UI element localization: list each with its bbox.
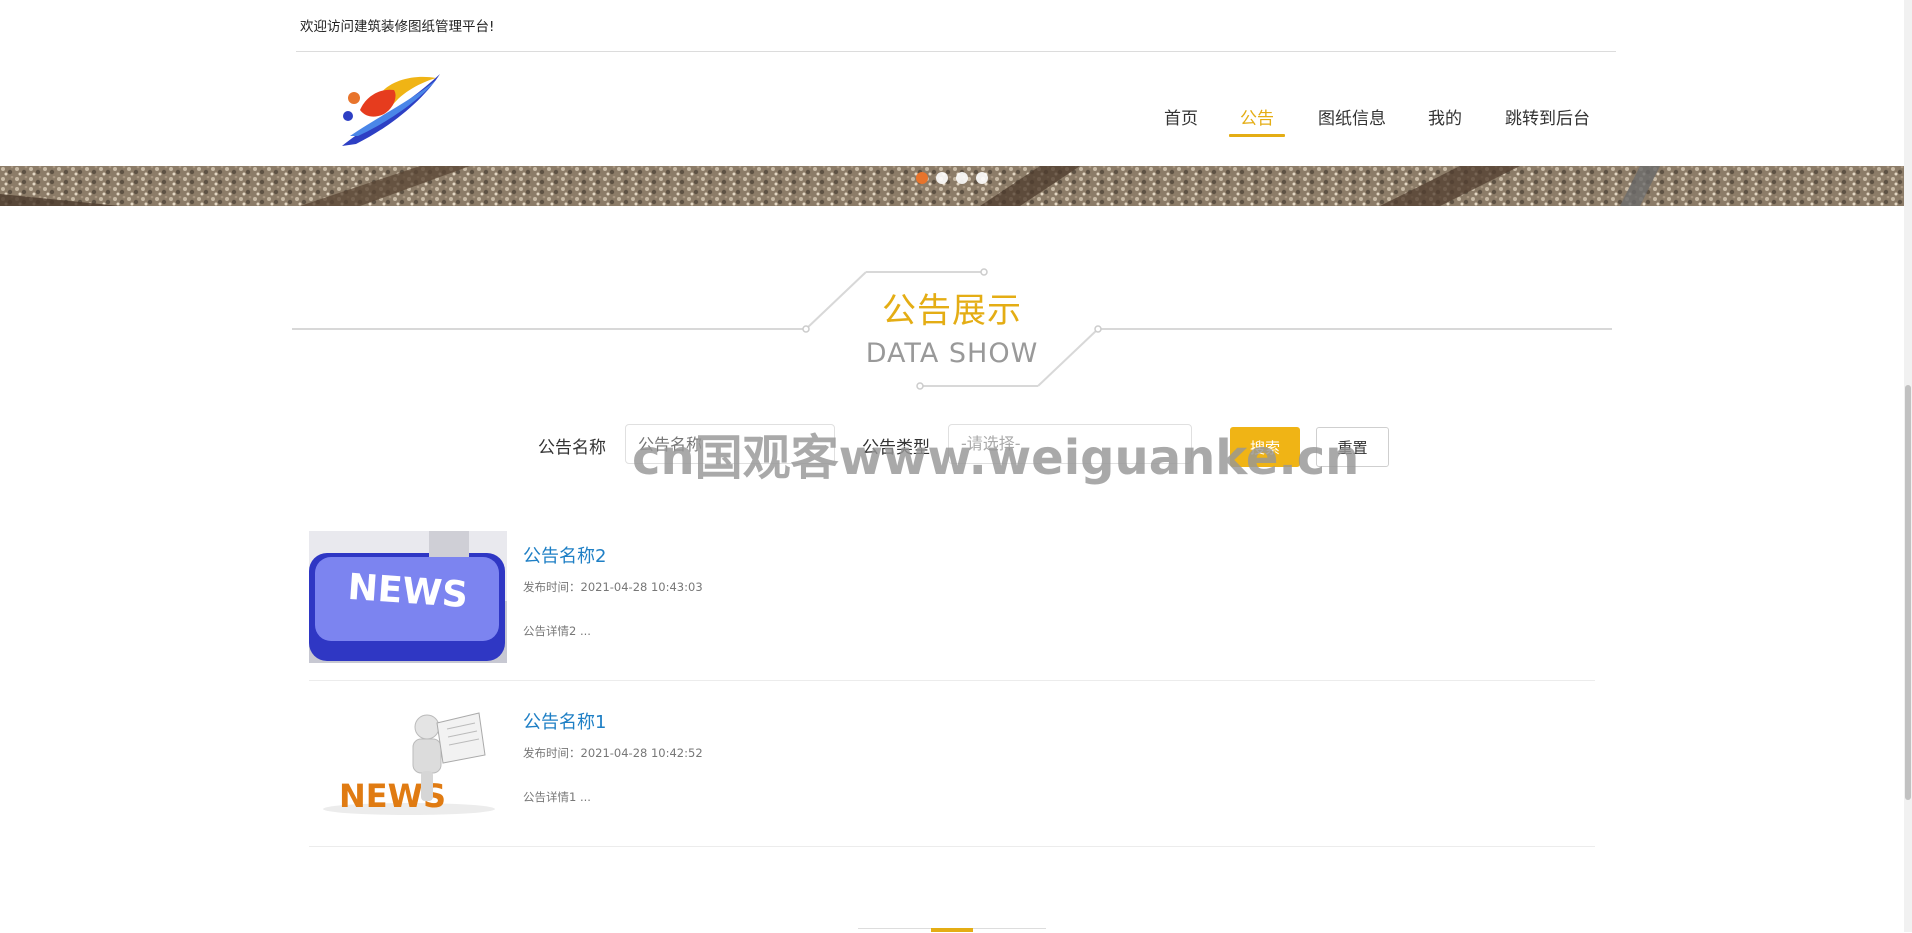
svg-text:NEWS: NEWS — [346, 567, 469, 616]
notice-thumbnail[interactable]: NEWS — [309, 531, 507, 663]
news-reader-icon: NEWS — [309, 697, 507, 829]
notice-name-label: 公告名称 — [538, 438, 606, 458]
news-keyboard-icon: NEWS — [309, 531, 507, 663]
notice-time: 发布时间：2021-04-28 10:42:52 — [523, 746, 703, 760]
logo-icon — [342, 74, 440, 146]
welcome-text: 欢迎访问建筑装修图纸管理平台! — [300, 19, 495, 35]
site-logo[interactable] — [336, 66, 446, 150]
carousel-dot-4[interactable] — [976, 172, 988, 184]
notice-title[interactable]: 公告名称2 — [523, 542, 606, 568]
header-divider — [296, 51, 1616, 52]
carousel-dot-2[interactable] — [936, 172, 948, 184]
nav-drawings[interactable]: 图纸信息 — [1318, 104, 1386, 129]
notice-thumbnail[interactable]: NEWS — [309, 697, 507, 829]
list-divider — [309, 846, 1595, 847]
section-title: 公告展示 — [882, 291, 1022, 331]
notice-desc: 公告详情2 ... — [523, 624, 591, 638]
list-divider — [309, 680, 1595, 681]
notice-title[interactable]: 公告名称1 — [523, 708, 606, 734]
nav-active-indicator — [1229, 134, 1285, 137]
nav-mine[interactable]: 我的 — [1428, 104, 1462, 129]
watermark-text: cn国观客www.weiguanke.cn — [632, 430, 1360, 486]
carousel-dot-3[interactable] — [956, 172, 968, 184]
notice-desc: 公告详情1 ... — [523, 790, 591, 804]
notice-time: 发布时间：2021-04-28 10:43:03 — [523, 580, 703, 594]
carousel-dot-1[interactable] — [916, 172, 928, 184]
scrollbar-thumb[interactable] — [1905, 385, 1911, 800]
carousel-dots — [916, 172, 988, 184]
pagination-current-page[interactable] — [931, 928, 973, 932]
nav-home[interactable]: 首页 — [1164, 104, 1198, 129]
section-subtitle: DATA SHOW — [865, 338, 1039, 369]
nav-notice[interactable]: 公告 — [1240, 104, 1274, 129]
nav-admin[interactable]: 跳转到后台 — [1505, 104, 1590, 129]
